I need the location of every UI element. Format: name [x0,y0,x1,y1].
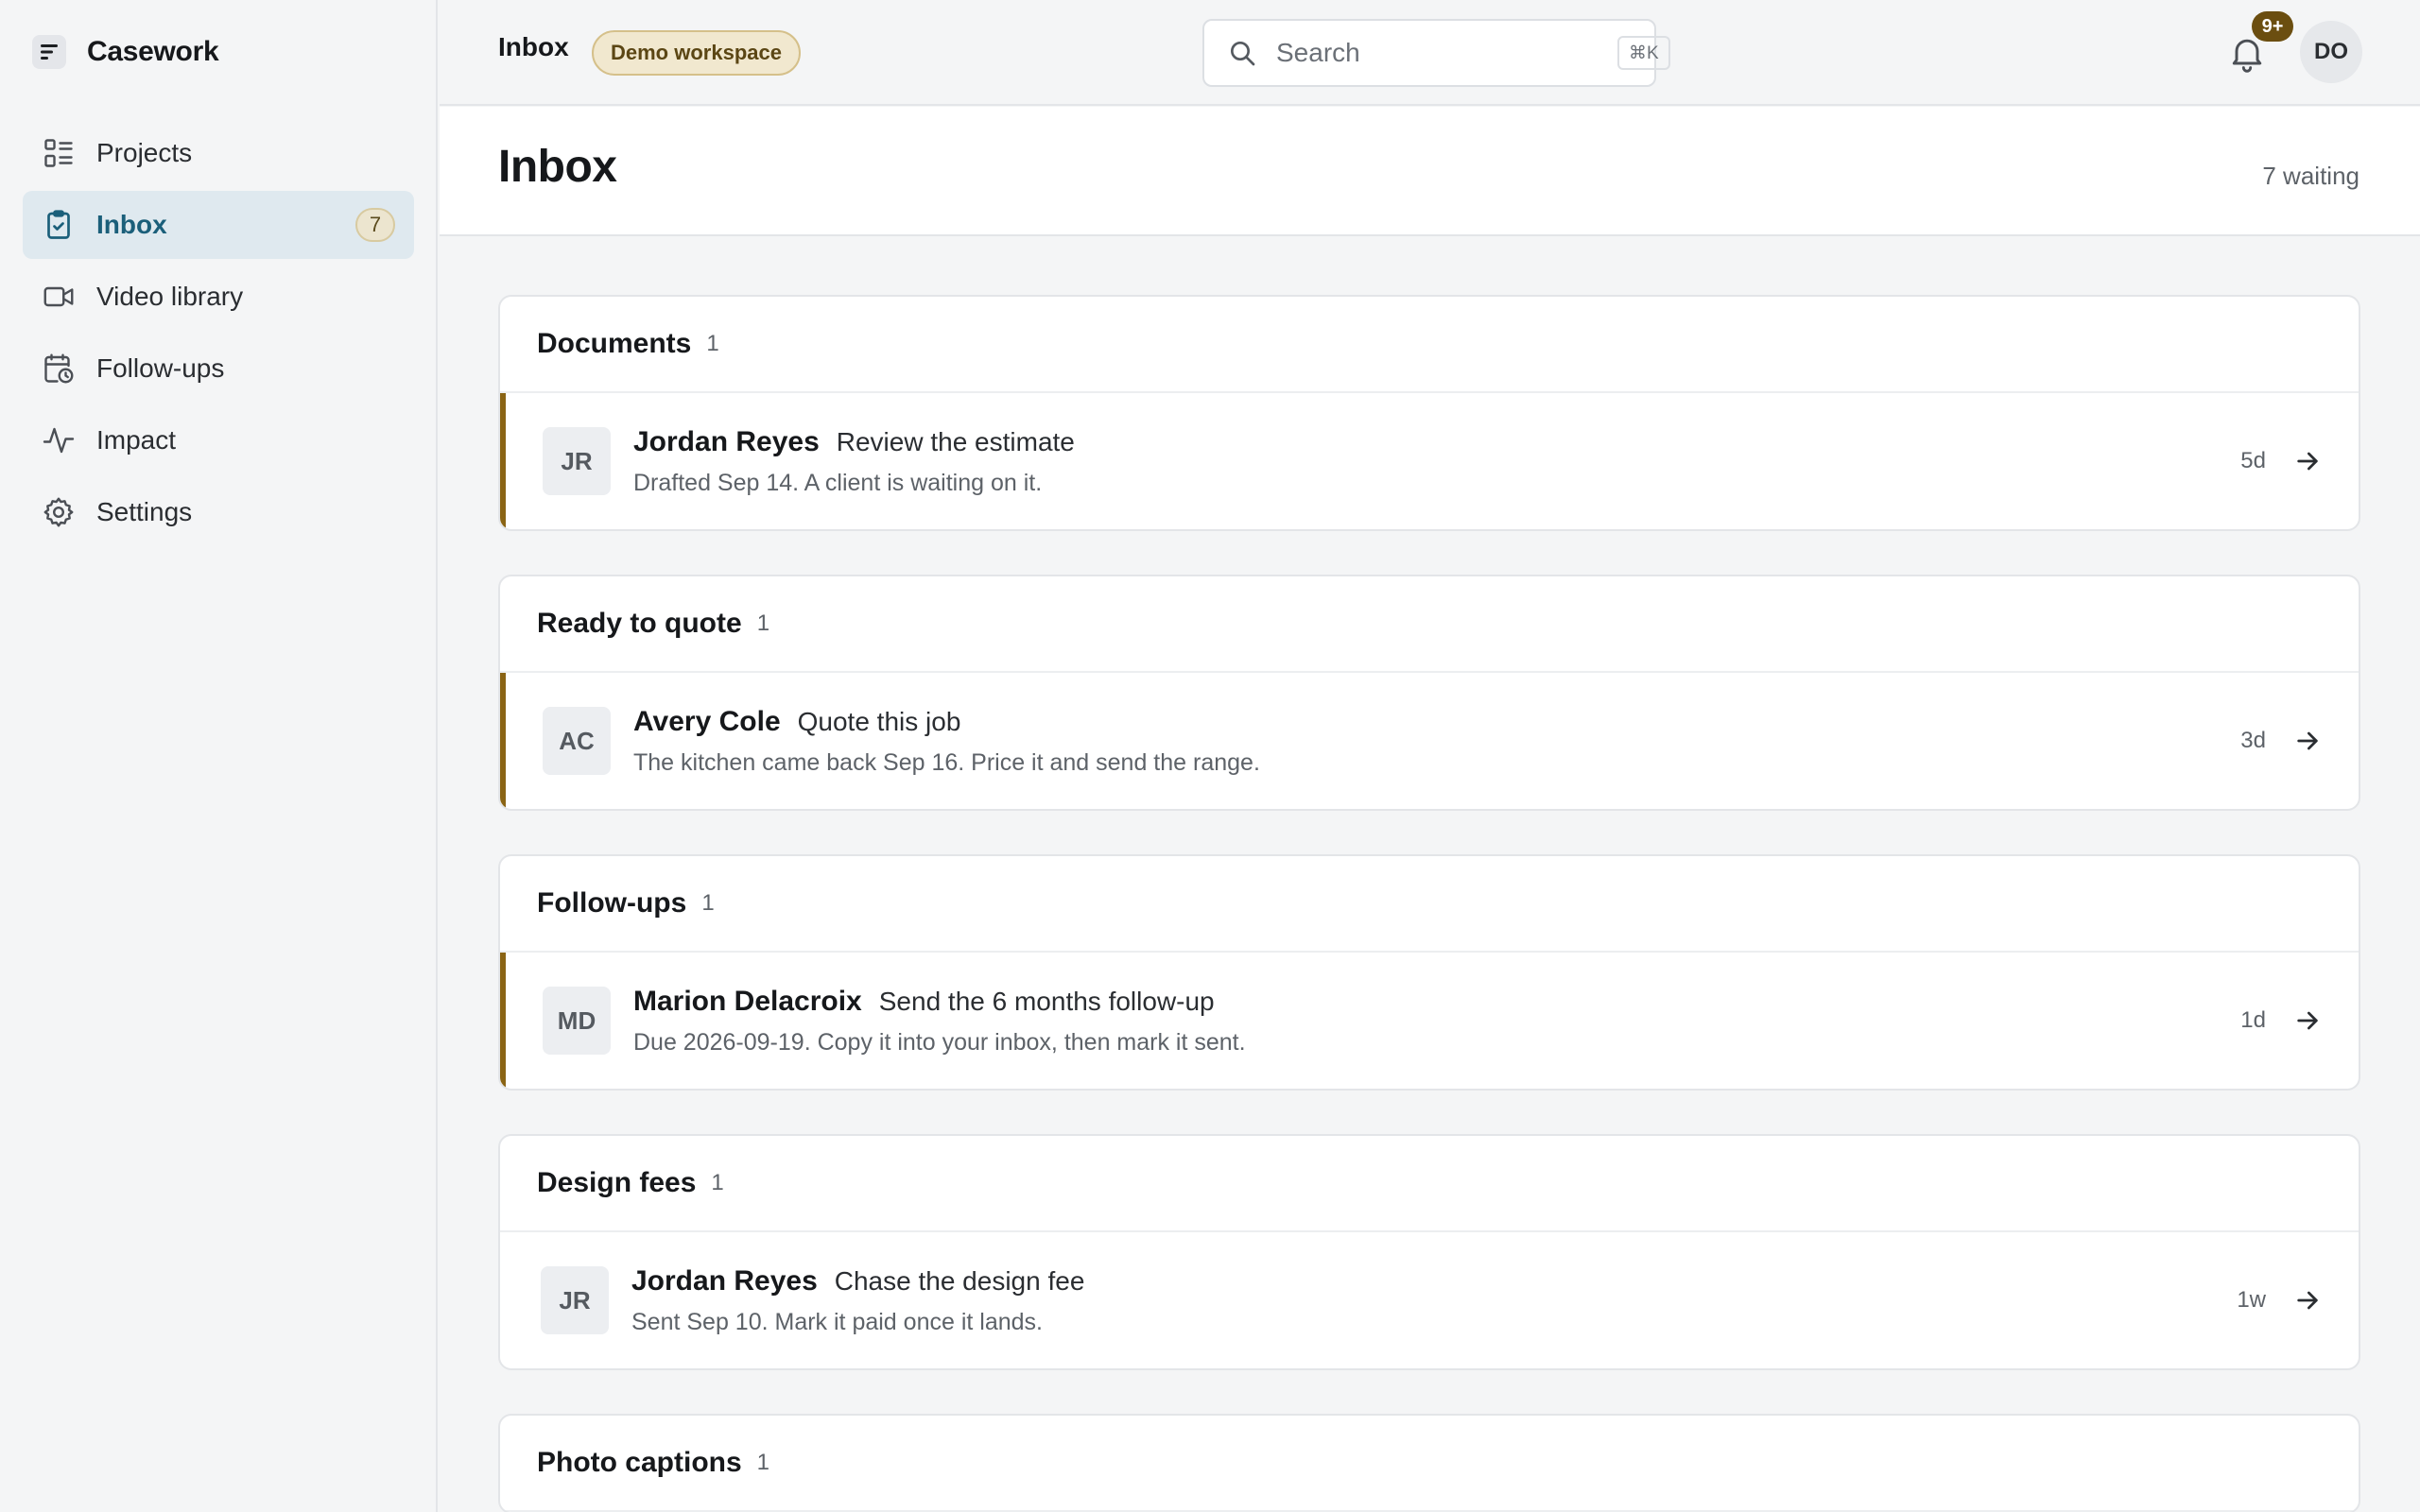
section-follow-ups: Follow-ups 1 MD Marion Delacroix Send th… [498,854,2360,1091]
arrow-right-icon[interactable] [2292,726,2323,756]
row-age: 3d [2240,728,2266,753]
inbox-row[interactable]: MD Marion Delacroix Send the 6 months fo… [500,953,2359,1089]
section-count: 1 [711,1170,724,1195]
section-header: Documents 1 [500,297,2359,393]
sidebar-item-projects[interactable]: Projects [23,119,414,187]
row-name: Avery Cole [633,705,781,737]
row-action: Review the estimate [836,426,1075,456]
search-input[interactable] [1276,38,1617,68]
sidebar-item-impact[interactable]: Impact [23,406,414,474]
sidebar-item-inbox[interactable]: Inbox 7 [23,191,414,259]
search-icon [1227,38,1257,68]
row-name: Jordan Reyes [631,1264,818,1297]
section-title: Photo captions [537,1447,742,1478]
section-header: Follow-ups 1 [500,856,2359,953]
section-title: Ready to quote [537,608,742,639]
row-body: Jordan Reyes Review the estimate Drafted… [633,426,2240,497]
sidebar-item-settings[interactable]: Settings [23,478,414,546]
gear-icon [42,495,76,529]
avatar: JR [541,1266,609,1334]
row-body: Marion Delacroix Send the 6 months follo… [633,986,2240,1057]
sidebar-item-label: Projects [96,138,193,167]
section-title: Follow-ups [537,887,687,919]
section-header: Design fees 1 [500,1136,2359,1232]
row-subtitle: Sent Sep 10. Mark it paid once it lands. [631,1308,1043,1335]
section-title: Design fees [537,1167,697,1198]
inbox-sections: Documents 1 JR Jordan Reyes Review the e… [498,295,2360,1512]
workspace-pill[interactable]: Demo workspace [592,30,801,76]
search-box[interactable]: ⌘K [1202,19,1670,87]
sidebar-item-label: Inbox [96,210,167,239]
inbox-row[interactable]: JR Jordan Reyes Chase the design fee Sen… [500,1232,2359,1368]
page-title: Inbox [498,142,617,192]
row-subtitle: Due 2026-09-19. Copy it into your inbox,… [633,1028,1246,1056]
sidebar-item-label: Follow-ups [96,353,225,383]
section-ready-to-quote: Ready to quote 1 AC Avery Cole Quote thi… [498,575,2360,811]
row-body: Jordan Reyes Chase the design fee Sent S… [631,1265,2237,1336]
row-subtitle: The kitchen came back Sep 16. Price it a… [633,748,1260,776]
video-camera-icon [42,280,76,314]
top-bar: Inbox Demo workspace ⌘K 9+ DO [440,0,2420,106]
row-action: Quote this job [797,706,961,736]
section-documents: Documents 1 JR Jordan Reyes Review the e… [498,295,2360,531]
section-count: 1 [756,610,770,636]
arrow-right-icon[interactable] [2292,446,2323,476]
row-age: 1w [2237,1287,2266,1313]
avatar: JR [543,427,611,495]
activity-icon [42,423,76,457]
search-shortcut: ⌘K [1617,36,1670,70]
section-title: Documents [537,328,692,359]
clipboard-check-icon [42,208,76,242]
sidebar-item-label: Settings [96,497,193,526]
row-name: Marion Delacroix [633,985,862,1017]
inbox-count-badge: 7 [355,208,395,242]
row-age: 5d [2240,448,2266,473]
brand-logo-icon [32,35,66,69]
section-design-fees: Design fees 1 JR Jordan Reyes Chase the … [498,1134,2360,1370]
notification-badge: 9+ [2252,11,2293,42]
section-header: Photo captions 1 [500,1416,2359,1512]
sidebar-item-label: Impact [96,425,177,455]
row-body: Avery Cole Quote this job The kitchen ca… [633,706,2240,777]
inbox-row[interactable]: AC Avery Cole Quote this job The kitchen… [500,673,2359,809]
section-photo-captions: Photo captions 1 [498,1414,2360,1512]
section-count: 1 [701,890,715,916]
section-header: Ready to quote 1 [500,576,2359,673]
row-name: Jordan Reyes [633,425,820,457]
inbox-row[interactable]: JR Jordan Reyes Review the estimate Draf… [500,393,2359,529]
user-avatar[interactable]: DO [2300,21,2362,83]
sidebar-item-video-library[interactable]: Video library [23,263,414,331]
sidebar-item-follow-ups[interactable]: Follow-ups [23,335,414,403]
breadcrumb: Inbox [498,32,569,61]
sidebar-nav: Projects Inbox 7 Video library Follow-up… [23,119,414,550]
waiting-count: 7 waiting [2262,162,2360,190]
row-age: 1d [2240,1007,2266,1033]
arrow-right-icon[interactable] [2292,1285,2323,1315]
sidebar: Casework Projects Inbox 7 Video library … [0,0,438,1512]
page-header: Inbox 7 waiting [440,107,2420,236]
row-subtitle: Drafted Sep 14. A client is waiting on i… [633,469,1043,496]
section-count: 1 [706,331,719,356]
grid-list-icon [42,136,76,170]
row-action: Chase the design fee [834,1265,1085,1296]
brand-name: Casework [87,36,219,67]
calendar-clock-icon [42,352,76,386]
avatar: MD [543,987,611,1055]
row-action: Send the 6 months follow-up [878,986,1215,1016]
section-count: 1 [756,1450,770,1475]
avatar: AC [543,707,611,775]
brand[interactable]: Casework [32,32,219,72]
sidebar-item-label: Video library [96,282,244,311]
arrow-right-icon[interactable] [2292,1005,2323,1036]
